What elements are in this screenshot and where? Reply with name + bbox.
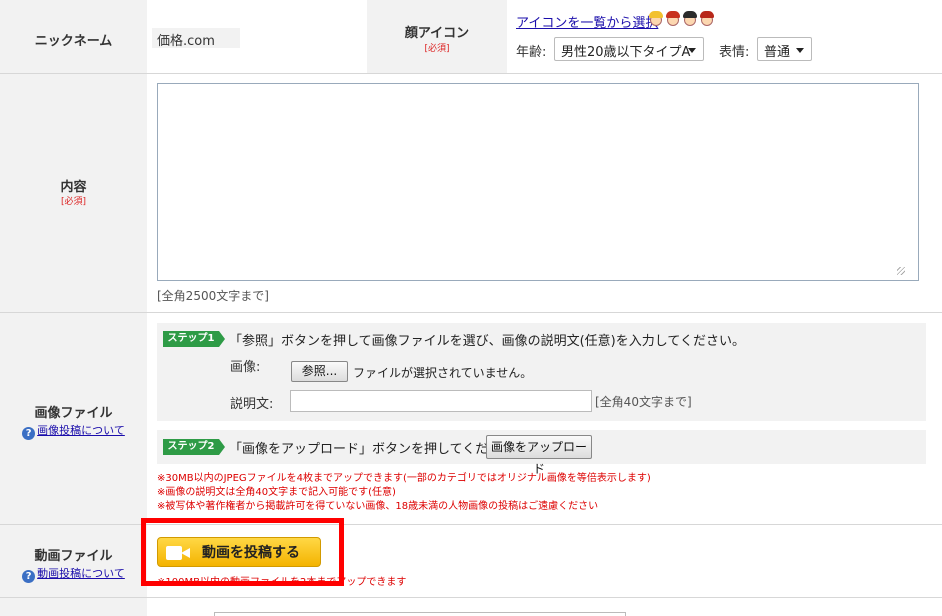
face-icon-label-cell: 顔アイコン [必須] — [367, 0, 507, 73]
step1-badge: ステップ1 — [163, 331, 225, 347]
face-icon-required: [必須] — [424, 44, 450, 54]
nickname-label-cell: ニックネーム — [0, 0, 147, 73]
age-label: 年齢: — [516, 45, 547, 60]
next-row-input[interactable] — [214, 612, 626, 616]
content-row: 内容 [必須] [全角2500文字まで] — [0, 74, 942, 313]
avatar-red-hair-icon[interactable] — [665, 11, 681, 29]
content-required: [必須] — [60, 197, 87, 207]
next-row — [0, 598, 942, 616]
resize-grip-icon[interactable] — [897, 267, 905, 275]
video-file-label-cell: 動画ファイル ? 動画投稿について — [0, 525, 147, 597]
image-note: ※被写体や著作権者から掲載許可を得ていない画像、18歳未満の人物画像の投稿はご遠… — [157, 501, 599, 512]
face-icon-label: 顔アイコン — [404, 26, 470, 41]
content-label-cell: 内容 [必須] — [0, 74, 147, 312]
question-icon: ? — [22, 427, 36, 440]
nickname-row: ニックネーム 価格.com 顔アイコン [必須] アイコンを一覧から選択 年齢:… — [0, 0, 942, 74]
image-label: 画像: — [230, 360, 261, 375]
image-notes: ※30MB以内のJPEGファイルを4枚までアップできます(一部のカテゴリではオリ… — [157, 472, 651, 514]
expression-select[interactable]: 普通 — [757, 37, 812, 61]
video-file-label: 動画ファイル — [34, 549, 113, 564]
icon-list-link[interactable]: アイコンを一覧から選択 — [516, 12, 658, 31]
age-select-value: 男性20歳以下タイプA — [561, 45, 691, 60]
expression-select-value: 普通 — [764, 45, 791, 60]
no-file-text: ファイルが選択されていません。 — [353, 366, 533, 380]
upload-image-button[interactable]: 画像をアップロード — [486, 435, 592, 476]
image-note: ※30MB以内のJPEGファイルを4枚までアップできます(一部のカテゴリではオリ… — [157, 473, 651, 484]
description-limit: [全角40文字まで] — [595, 395, 692, 409]
step2-badge: ステップ2 — [163, 439, 225, 455]
video-help-link[interactable]: ? 動画投稿について — [0, 565, 147, 583]
content-char-limit: [全角2500文字まで] — [157, 289, 269, 303]
description-input[interactable] — [290, 390, 592, 412]
age-select[interactable]: 男性20歳以下タイプA — [554, 37, 704, 61]
video-help-link-text: 動画投稿について — [37, 567, 125, 580]
step1-text: 「参照」ボタンを押して画像ファイルを選び、画像の説明文(任意)を入力してください… — [229, 334, 745, 349]
step1-box: ステップ1 「参照」ボタンを押して画像ファイルを選び、画像の説明文(任意)を入力… — [157, 323, 926, 421]
avatar-red-hair-girl-icon[interactable] — [699, 11, 715, 29]
image-file-label: 画像ファイル — [34, 406, 113, 421]
step2-box: ステップ2 「画像をアップロード」ボタンを押してください。 画像をアップロード — [157, 430, 926, 476]
browse-button[interactable]: 参照... — [291, 361, 348, 382]
image-note: ※画像の説明文は全角40文字まで記入可能です(任意) — [157, 487, 396, 498]
highlight-box — [141, 518, 344, 586]
nickname-label: ニックネーム — [34, 34, 113, 49]
chevron-down-icon — [688, 48, 696, 53]
avatar-dark-hair-icon[interactable] — [682, 11, 698, 29]
avatar-yellow-cap-icon[interactable] — [648, 11, 664, 29]
content-label: 内容 — [60, 180, 87, 195]
image-help-link[interactable]: ? 画像投稿について — [0, 422, 147, 440]
step2-text: 「画像をアップロード」ボタンを押してください。 — [229, 442, 528, 457]
question-icon: ? — [22, 570, 36, 583]
image-file-label-cell: 画像ファイル ? 画像投稿について — [0, 313, 147, 524]
avatar-icons — [648, 11, 715, 29]
image-file-row: 画像ファイル ? 画像投稿について ステップ1 「参照」ボタンを押して画像ファイル… — [0, 313, 942, 525]
chevron-down-icon — [796, 48, 804, 53]
nickname-value: 価格.com — [152, 28, 240, 49]
description-label: 説明文: — [230, 397, 274, 412]
next-row-label-cell — [0, 598, 147, 616]
content-textarea[interactable] — [157, 83, 919, 281]
image-help-link-text: 画像投稿について — [37, 424, 125, 437]
expression-label: 表情: — [719, 45, 750, 60]
